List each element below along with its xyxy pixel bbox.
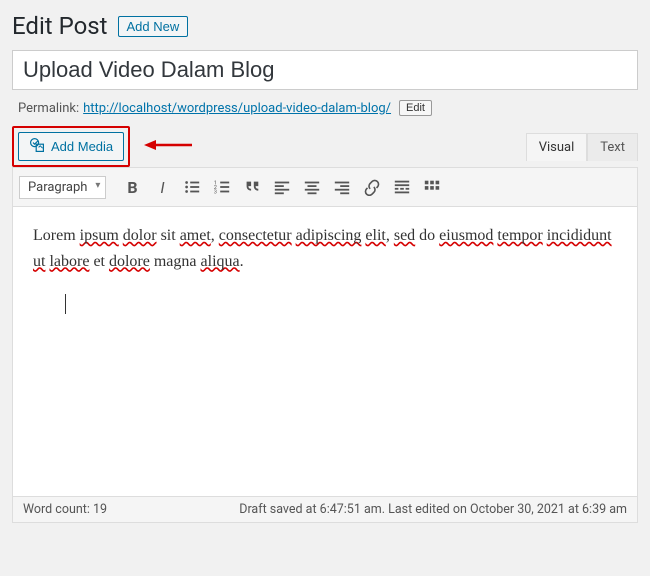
read-more-button[interactable] bbox=[388, 173, 416, 201]
media-icon bbox=[29, 137, 45, 156]
tab-visual[interactable]: Visual bbox=[526, 133, 588, 161]
page-title: Edit Post bbox=[12, 12, 108, 40]
editor-content[interactable]: Lorem ipsum dolor sit amet, consectetur … bbox=[12, 207, 638, 497]
blockquote-button[interactable] bbox=[238, 173, 266, 201]
svg-text:3: 3 bbox=[214, 189, 217, 195]
add-new-button[interactable]: Add New bbox=[118, 16, 189, 37]
toolbar-toggle-button[interactable] bbox=[418, 173, 446, 201]
bold-button[interactable]: B bbox=[118, 173, 146, 201]
annotation-arrow bbox=[144, 137, 192, 157]
status-bar: Word count: 19 Draft saved at 6:47:51 am… bbox=[12, 497, 638, 523]
annotation-highlight: Add Media bbox=[12, 126, 130, 167]
align-center-button[interactable] bbox=[298, 173, 326, 201]
add-media-button[interactable]: Add Media bbox=[18, 132, 124, 161]
editor-toolbar: Paragraph B I 123 bbox=[12, 167, 638, 207]
add-media-label: Add Media bbox=[51, 139, 113, 154]
draft-saved-text: Draft saved at 6:47:51 am. Last edited o… bbox=[239, 502, 627, 517]
tab-text[interactable]: Text bbox=[587, 133, 638, 161]
align-right-button[interactable] bbox=[328, 173, 356, 201]
word-count: Word count: 19 bbox=[23, 502, 107, 517]
permalink-row: Permalink: http://localhost/wordpress/up… bbox=[12, 96, 638, 126]
permalink-label: Permalink: bbox=[18, 101, 79, 116]
italic-button[interactable]: I bbox=[148, 173, 176, 201]
permalink-url[interactable]: http://localhost/wordpress/upload-video-… bbox=[83, 101, 391, 116]
post-title-input[interactable] bbox=[12, 50, 638, 90]
align-left-button[interactable] bbox=[268, 173, 296, 201]
text-cursor bbox=[65, 294, 66, 314]
format-dropdown[interactable]: Paragraph bbox=[19, 176, 106, 199]
link-button[interactable] bbox=[358, 173, 386, 201]
edit-permalink-button[interactable]: Edit bbox=[399, 100, 432, 116]
number-list-button[interactable]: 123 bbox=[208, 173, 236, 201]
bullet-list-button[interactable] bbox=[178, 173, 206, 201]
